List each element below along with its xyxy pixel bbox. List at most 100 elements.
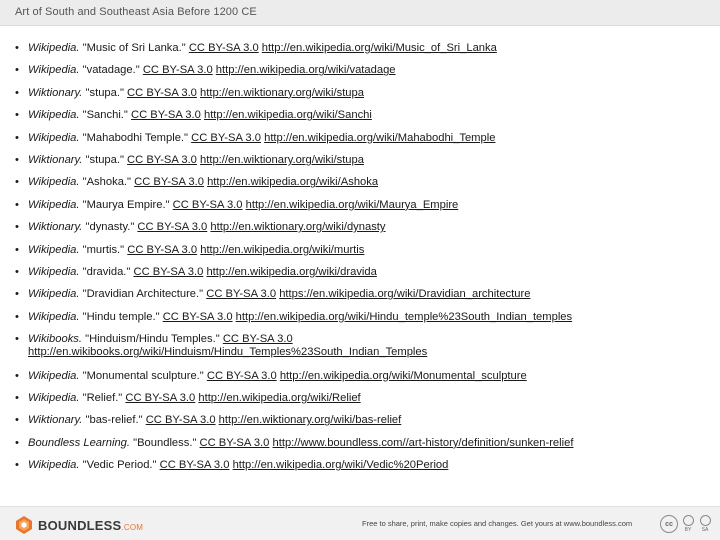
reference-title: "Music of Sri Lanka."	[82, 42, 186, 54]
license-link[interactable]: CC BY-SA 3.0	[173, 199, 243, 211]
boundless-logo[interactable]: BOUNDLESS.COM	[14, 515, 143, 535]
license-link[interactable]: CC BY-SA 3.0	[127, 154, 197, 166]
bullet: •	[15, 459, 19, 472]
license-link[interactable]: CC BY-SA 3.0	[143, 64, 213, 76]
reference-source: Wikipedia.	[28, 109, 80, 122]
license-link[interactable]: CC BY-SA 3.0	[134, 176, 204, 188]
reference-title: "Boundless."	[133, 436, 197, 449]
license-link[interactable]: CC BY-SA 3.0	[200, 437, 270, 449]
reference-item: • Wikipedia. "Maurya Empire." CC BY-SA 3.…	[15, 199, 710, 212]
reference-item: • Wikipedia. "Relief." CC BY-SA 3.0 http:…	[15, 392, 710, 405]
reference-source: Wiktionary.	[28, 414, 83, 427]
reference-url-link[interactable]: http://en.wikipedia.org/wiki/Relief	[198, 392, 360, 404]
reference-url-link[interactable]: http://en.wikipedia.org/wiki/Hindu_templ…	[236, 311, 572, 323]
reference-url-link[interactable]: http://en.wikipedia.org/wiki/vatadage	[216, 64, 396, 76]
license-link[interactable]: CC BY-SA 3.0	[125, 392, 195, 404]
reference-title: "bas-relief."	[85, 414, 143, 427]
reference-item: • Wikipedia. "dravida." CC BY-SA 3.0 http…	[15, 266, 710, 279]
license-link[interactable]: CC BY-SA 3.0	[191, 132, 261, 144]
license-link[interactable]: CC BY-SA 3.0	[133, 266, 203, 278]
reference-url-link[interactable]: http://en.wiktionary.org/wiki/stupa	[200, 87, 364, 99]
cc-icon: cc	[660, 515, 678, 533]
reference-source: Wikipedia.	[28, 64, 80, 77]
reference-item: • Wikipedia. "Sanchi." CC BY-SA 3.0 http:…	[15, 109, 710, 122]
reference-source: Wikipedia.	[28, 288, 80, 301]
reference-source: Wikibooks.	[28, 333, 82, 346]
reference-title: "stupa."	[85, 86, 124, 99]
license-link[interactable]: CC BY-SA 3.0	[206, 288, 276, 300]
bullet: •	[15, 265, 19, 278]
reference-item: • Wikipedia. "vatadage." CC BY-SA 3.0 htt…	[15, 64, 710, 77]
license-link[interactable]: CC BY-SA 3.0	[223, 333, 293, 345]
reference-title: "dravida."	[82, 265, 131, 278]
license-link[interactable]: CC BY-SA 3.0	[146, 414, 216, 426]
reference-item: • Wikipedia. "murtis." CC BY-SA 3.0 http:…	[15, 244, 710, 257]
bullet: •	[15, 176, 19, 189]
reference-source: Wikipedia.	[28, 310, 80, 323]
reference-url-link[interactable]: http://en.wikipedia.org/wiki/Music_of_Sr…	[262, 42, 497, 54]
license-link[interactable]: CC BY-SA 3.0	[127, 87, 197, 99]
reference-title: "Relief."	[82, 391, 123, 404]
cc-sa-label: SA	[701, 527, 709, 533]
reference-url-link[interactable]: http://en.wiktionary.org/wiki/dynasty	[210, 221, 385, 233]
reference-source: Wikipedia.	[28, 369, 80, 382]
reference-title: "Mahabodhi Temple."	[82, 131, 189, 144]
bullet: •	[15, 391, 19, 404]
license-link[interactable]: CC BY-SA 3.0	[163, 311, 233, 323]
logo-wordmark: BOUNDLESS.COM	[38, 517, 144, 533]
reference-url-link[interactable]: http://en.wikipedia.org/wiki/Mahabodhi_T…	[264, 132, 495, 144]
reference-title: "stupa."	[85, 153, 124, 166]
reference-url-link[interactable]: http://en.wikibooks.org/wiki/Hinduism/Hi…	[28, 346, 427, 358]
bullet: •	[15, 310, 19, 323]
license-link[interactable]: CC BY-SA 3.0	[127, 244, 197, 256]
reference-item: • Wiktionary. "bas-relief." CC BY-SA 3.0 …	[15, 414, 710, 427]
bullet: •	[15, 221, 19, 234]
reference-title: "Hinduism/Hindu Temples."	[85, 333, 220, 346]
bullet: •	[15, 333, 19, 346]
slide-header: Art of South and Southeast Asia Before 1…	[0, 0, 720, 26]
reference-source: Wikipedia.	[28, 265, 80, 278]
reference-url-link[interactable]: http://en.wiktionary.org/wiki/bas-relief	[219, 414, 402, 426]
reference-item: • Wiktionary. "dynasty." CC BY-SA 3.0 htt…	[15, 221, 710, 234]
reference-item: • Wiktionary. "stupa." CC BY-SA 3.0 http:…	[15, 87, 710, 100]
reference-item: • Wikipedia. "Ashoka." CC BY-SA 3.0 http:…	[15, 176, 710, 189]
reference-url-link[interactable]: http://en.wikipedia.org/wiki/Ashoka	[207, 176, 378, 188]
reference-url-link[interactable]: http://en.wikipedia.org/wiki/dravida	[206, 266, 376, 278]
reference-item: • Wikipedia. "Mahabodhi Temple." CC BY-SA…	[15, 132, 710, 145]
cc-by-badge: BY	[681, 515, 695, 533]
license-link[interactable]: CC BY-SA 3.0	[160, 459, 230, 471]
reference-title: "Monumental sculpture."	[82, 369, 204, 382]
boundless-logo-icon	[16, 516, 32, 534]
bullet: •	[15, 243, 19, 256]
bullet: •	[15, 131, 19, 144]
reference-url-link[interactable]: http://en.wikipedia.org/wiki/murtis	[200, 244, 364, 256]
reference-url-link[interactable]: http://en.wikipedia.org/wiki/Vedic%20Per…	[233, 459, 449, 471]
bullet: •	[15, 109, 19, 122]
reference-url-link[interactable]: http://en.wikipedia.org/wiki/Maurya_Empi…	[246, 199, 459, 211]
reference-title: "Hindu temple."	[82, 310, 160, 323]
bullet: •	[15, 42, 19, 54]
reference-title: "dynasty."	[85, 221, 135, 234]
reference-url-link[interactable]: http://www.boundless.com//art-history/de…	[273, 437, 574, 449]
license-link[interactable]: CC BY-SA 3.0	[137, 221, 207, 233]
bullet: •	[15, 414, 19, 427]
reference-item: • Wikibooks. "Hinduism/Hindu Temples." CC…	[15, 333, 710, 359]
reference-source: Wiktionary.	[28, 153, 83, 166]
bullet: •	[15, 153, 19, 166]
license-link[interactable]: CC BY-SA 3.0	[131, 109, 201, 121]
bullet: •	[15, 436, 19, 449]
reference-url-link[interactable]: http://en.wikipedia.org/wiki/Monumental_…	[280, 370, 527, 382]
license-link[interactable]: CC BY-SA 3.0	[207, 370, 277, 382]
license-link[interactable]: CC BY-SA 3.0	[189, 42, 259, 54]
reference-item: • Wikipedia. "Hindu temple." CC BY-SA 3.0…	[15, 311, 710, 324]
reference-url-link[interactable]: http://en.wiktionary.org/wiki/stupa	[200, 154, 364, 166]
cc-license-badges[interactable]: cc BY SA	[660, 515, 712, 533]
reference-url-link[interactable]: http://en.wikipedia.org/wiki/Sanchi	[204, 109, 372, 121]
reference-title: "Maurya Empire."	[82, 198, 170, 211]
reference-source: Wikipedia.	[28, 459, 80, 472]
cc-sa-badge: SA	[698, 515, 712, 533]
reference-url-link[interactable]: https://en.wikipedia.org/wiki/Dravidian_…	[279, 288, 530, 300]
reference-title: "Sanchi."	[82, 109, 128, 122]
reference-source: Wikipedia.	[28, 131, 80, 144]
reference-source: Wikipedia.	[28, 391, 80, 404]
